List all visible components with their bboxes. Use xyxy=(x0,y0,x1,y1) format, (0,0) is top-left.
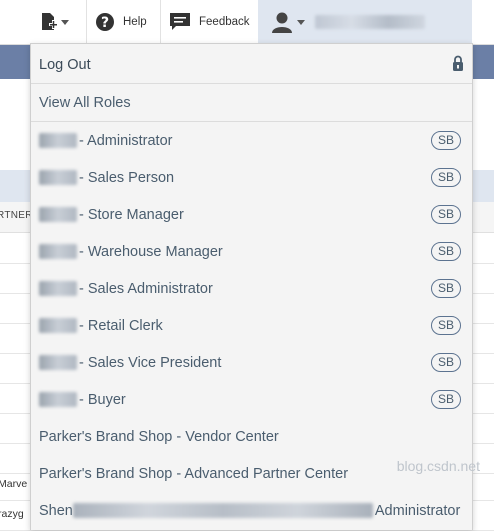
redacted-name xyxy=(39,207,77,223)
question-circle-icon: ? xyxy=(96,13,114,31)
view-all-roles-item[interactable]: View All Roles xyxy=(31,84,472,122)
role-label: - Buyer xyxy=(79,391,126,408)
view-all-roles-label: View All Roles xyxy=(39,94,131,111)
logout-item[interactable]: Log Out xyxy=(31,46,472,84)
role-item-administrator[interactable]: - Administrator SB xyxy=(31,122,472,159)
role-badge: SB xyxy=(430,242,461,261)
column-header-partner: RTNER xyxy=(0,210,33,221)
role-item-retail-clerk[interactable]: - Retail Clerk SB xyxy=(31,307,472,344)
chevron-down-icon xyxy=(297,19,305,25)
user-avatar-icon xyxy=(270,11,294,33)
lock-icon xyxy=(453,55,463,71)
role-badge: SB xyxy=(430,353,461,372)
role-label: - Sales Vice President xyxy=(79,354,222,371)
redacted-name xyxy=(39,244,77,260)
company-prefix: Shen xyxy=(39,502,73,519)
role-item-warehouse-manager[interactable]: - Warehouse Manager SB xyxy=(31,233,472,270)
partner-center-label: Parker's Brand Shop - Advanced Partner C… xyxy=(39,465,349,482)
role-badge: SB xyxy=(430,279,461,298)
watermark: blog.csdn.net xyxy=(396,458,480,474)
redacted-name xyxy=(39,355,77,371)
redacted-company-admin-item[interactable]: Shen Administrator xyxy=(31,492,472,529)
redacted-name xyxy=(39,392,77,408)
add-menu-button[interactable] xyxy=(40,0,74,44)
role-badge: SB xyxy=(430,390,461,409)
role-item-store-manager[interactable]: - Store Manager SB xyxy=(31,196,472,233)
role-label: - Warehouse Manager xyxy=(79,243,223,260)
vendor-center-label: Parker's Brand Shop - Vendor Center xyxy=(39,428,279,445)
user-name xyxy=(315,15,425,29)
role-item-sales-administrator[interactable]: - Sales Administrator SB xyxy=(31,270,472,307)
role-label: - Sales Person xyxy=(79,169,175,186)
redacted-name xyxy=(39,170,77,186)
top-toolbar: ? Help Feedback xyxy=(0,0,494,45)
user-dropdown-menu: Log Out View All Roles - Administrator S… xyxy=(30,43,473,530)
role-item-buyer[interactable]: - Buyer SB xyxy=(31,381,472,418)
redacted-company-name xyxy=(72,503,373,519)
user-menu-button[interactable] xyxy=(258,0,472,44)
logout-label: Log Out xyxy=(39,56,91,73)
role-badge: SB xyxy=(430,316,461,335)
help-label: Help xyxy=(123,16,147,28)
help-button[interactable]: ? Help xyxy=(86,0,152,44)
speech-bubble-icon xyxy=(170,13,190,30)
feedback-label: Feedback xyxy=(199,16,250,28)
role-badge: SB xyxy=(430,205,461,224)
role-badge: SB xyxy=(430,131,461,150)
company-role-label: Administrator xyxy=(374,502,461,519)
role-item-sales-person[interactable]: - Sales Person SB xyxy=(31,159,472,196)
redacted-name xyxy=(39,281,77,297)
redacted-name xyxy=(39,133,77,149)
role-label: - Store Manager xyxy=(79,206,184,223)
redacted-name xyxy=(39,318,77,334)
vendor-center-item[interactable]: Parker's Brand Shop - Vendor Center xyxy=(31,418,472,455)
role-item-sales-vice-president[interactable]: - Sales Vice President SB xyxy=(31,344,472,381)
svg-text:?: ? xyxy=(101,15,109,31)
feedback-button[interactable]: Feedback xyxy=(160,0,258,44)
role-label: - Sales Administrator xyxy=(79,280,213,297)
role-label: - Retail Clerk xyxy=(79,317,163,334)
add-document-icon xyxy=(42,13,58,30)
chevron-down-icon xyxy=(61,19,69,25)
role-badge: SB xyxy=(430,168,461,187)
role-label: - Administrator xyxy=(79,132,173,149)
